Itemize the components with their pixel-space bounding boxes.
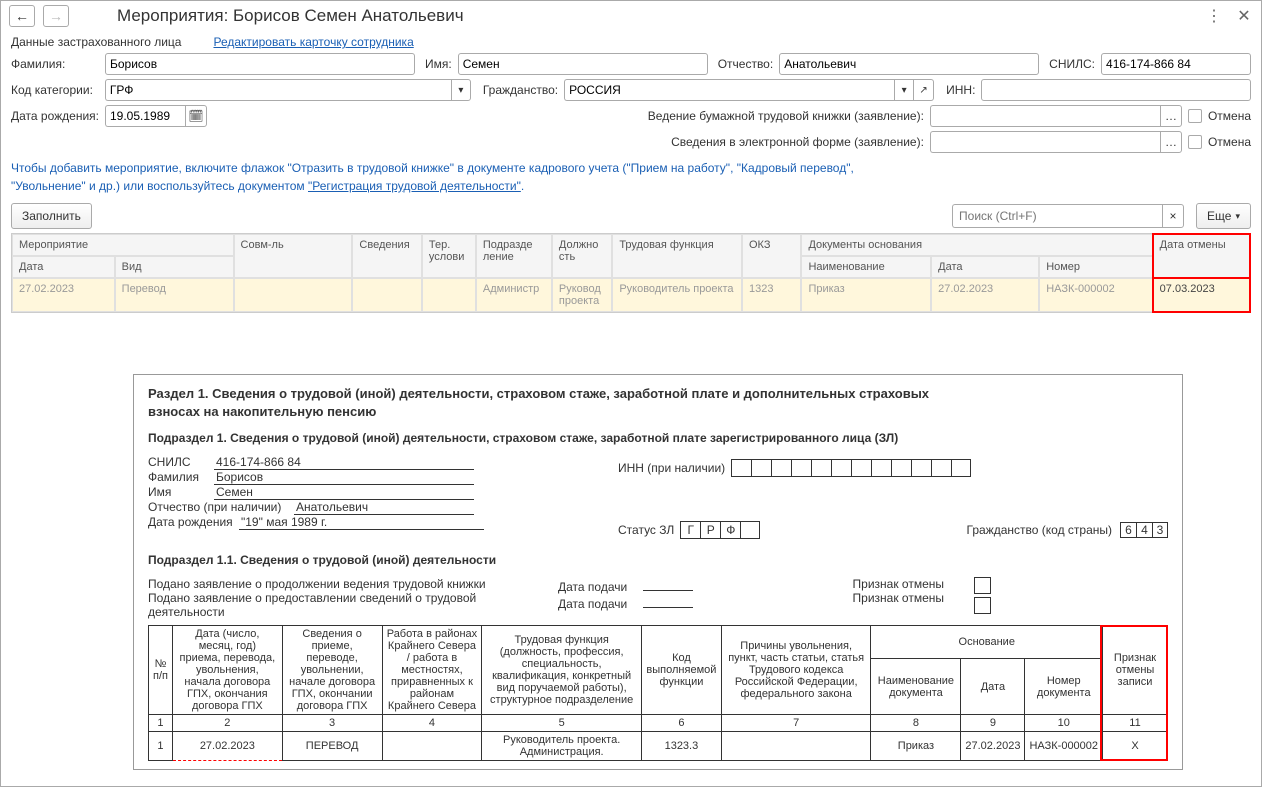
hint-link[interactable]: "Регистрация трудовой деятельности" (308, 179, 521, 193)
col-ter: Тер. услови (422, 234, 476, 278)
paper-book-label: Ведение бумажной трудовой книжки (заявле… (648, 109, 924, 123)
page-title: Мероприятия: Борисов Семен Анатольевич (117, 6, 464, 26)
window: ← → Мероприятия: Борисов Семен Анатольев… (0, 0, 1262, 787)
name-input[interactable] (458, 53, 708, 75)
electronic-label: Сведения в электронной форме (заявление)… (671, 135, 924, 149)
doc-status-cells: ГРФ (680, 521, 760, 539)
doc-patronymic: Анатольевич (294, 500, 474, 515)
electronic-picker[interactable]: … (1160, 131, 1182, 153)
paper-cancel-checkbox[interactable] (1188, 109, 1202, 123)
cat-code-label: Код категории: (11, 83, 99, 97)
calendar-icon[interactable]: 🗓 (185, 105, 207, 127)
doc-snils: 416-174-866 84 (214, 455, 474, 470)
col-okz: ОКЗ (742, 234, 801, 278)
citizenship-open[interactable]: ↗ (914, 79, 934, 101)
dob-input[interactable] (105, 105, 185, 127)
electronic-cancel-checkbox[interactable] (1188, 135, 1202, 149)
citizenship-input[interactable] (564, 79, 894, 101)
col-dept: Подразде ление (476, 234, 552, 278)
name-label: Имя: (425, 57, 452, 71)
col-position: Должно сть (552, 234, 612, 278)
kebab-icon[interactable]: ⋮ (1205, 7, 1223, 25)
nav-forward-button[interactable]: → (43, 5, 69, 27)
paper-book-picker[interactable]: … (1160, 105, 1182, 127)
col-cancel: Дата отмены (1153, 234, 1250, 278)
col-compat: Совм-ль (234, 234, 353, 278)
col-event: Мероприятие (12, 234, 234, 256)
patronymic-input[interactable] (779, 53, 1039, 75)
col-date: Дата (12, 256, 115, 278)
cancel-check-2 (974, 597, 991, 614)
edit-card-link[interactable]: Редактировать карточку сотрудника (213, 35, 413, 49)
clear-search[interactable]: × (1162, 204, 1184, 228)
col-docnum: Номер (1039, 256, 1152, 278)
snils-input[interactable] (1101, 53, 1251, 75)
events-grid[interactable]: Мероприятие Совм-ль Сведения Тер. услови… (11, 233, 1251, 313)
doc-surname: Борисов (214, 470, 474, 485)
doc-name: Семен (214, 485, 474, 500)
snils-label: СНИЛС: (1049, 57, 1095, 71)
col-func: Трудовая функция (612, 234, 742, 278)
close-icon[interactable]: ✕ (1235, 7, 1253, 25)
surname-label: Фамилия: (11, 57, 99, 71)
col-docs: Документы основания (801, 234, 1152, 256)
document-grid: № п/п Дата (число, месяц, год) приема, п… (148, 625, 1168, 761)
patronymic-label: Отчество: (718, 57, 774, 71)
col-docdate: Дата (931, 256, 1039, 278)
citizenship-label: Гражданство: (483, 83, 558, 97)
electronic-input[interactable] (930, 131, 1160, 153)
cat-code-input[interactable] (105, 79, 451, 101)
col-info: Сведения (352, 234, 421, 278)
electronic-cancel-label: Отмена (1208, 135, 1251, 149)
paper-book-input[interactable] (930, 105, 1160, 127)
col-docname: Наименование (801, 256, 931, 278)
inn-label: ИНН: (946, 83, 975, 97)
hint-text: Чтобы добавить мероприятие, включите фла… (11, 159, 1251, 195)
more-button[interactable]: Еще▾ (1196, 203, 1251, 229)
cat-code-dropdown[interactable]: ▾ (451, 79, 471, 101)
doc-dob: "19" мая 1989 г. (239, 515, 484, 530)
grid-row[interactable]: 27.02.2023 Перевод Администр Руковод про… (12, 278, 1250, 312)
fill-button[interactable]: Заполнить (11, 203, 92, 229)
citizenship-dropdown[interactable]: ▾ (894, 79, 914, 101)
document-panel: Раздел 1. Сведения о трудовой (иной) дея… (133, 374, 1183, 770)
doc-status-label: Статус ЗЛ (618, 523, 674, 537)
nav-back-button[interactable]: ← (9, 5, 35, 27)
surname-input[interactable] (105, 53, 415, 75)
search-input[interactable] (952, 204, 1162, 228)
doc-citizenship-cells: 643 (1120, 522, 1168, 538)
doc-inn-label: ИНН (при наличии) (618, 461, 725, 475)
titlebar: ← → Мероприятия: Борисов Семен Анатольев… (1, 1, 1261, 31)
document-grid-row: 1 27.02.2023 ПЕРЕВОД Руководитель проект… (149, 732, 1168, 761)
doc-citizenship-label: Гражданство (код страны) (967, 523, 1112, 537)
paper-cancel-label: Отмена (1208, 109, 1251, 123)
insured-data-label: Данные застрахованного лица (11, 35, 181, 49)
doc-inn-cells (731, 459, 971, 477)
cancel-check-1 (974, 577, 991, 594)
inn-input[interactable] (981, 79, 1251, 101)
dob-label: Дата рождения: (11, 109, 99, 123)
col-type: Вид (115, 256, 234, 278)
